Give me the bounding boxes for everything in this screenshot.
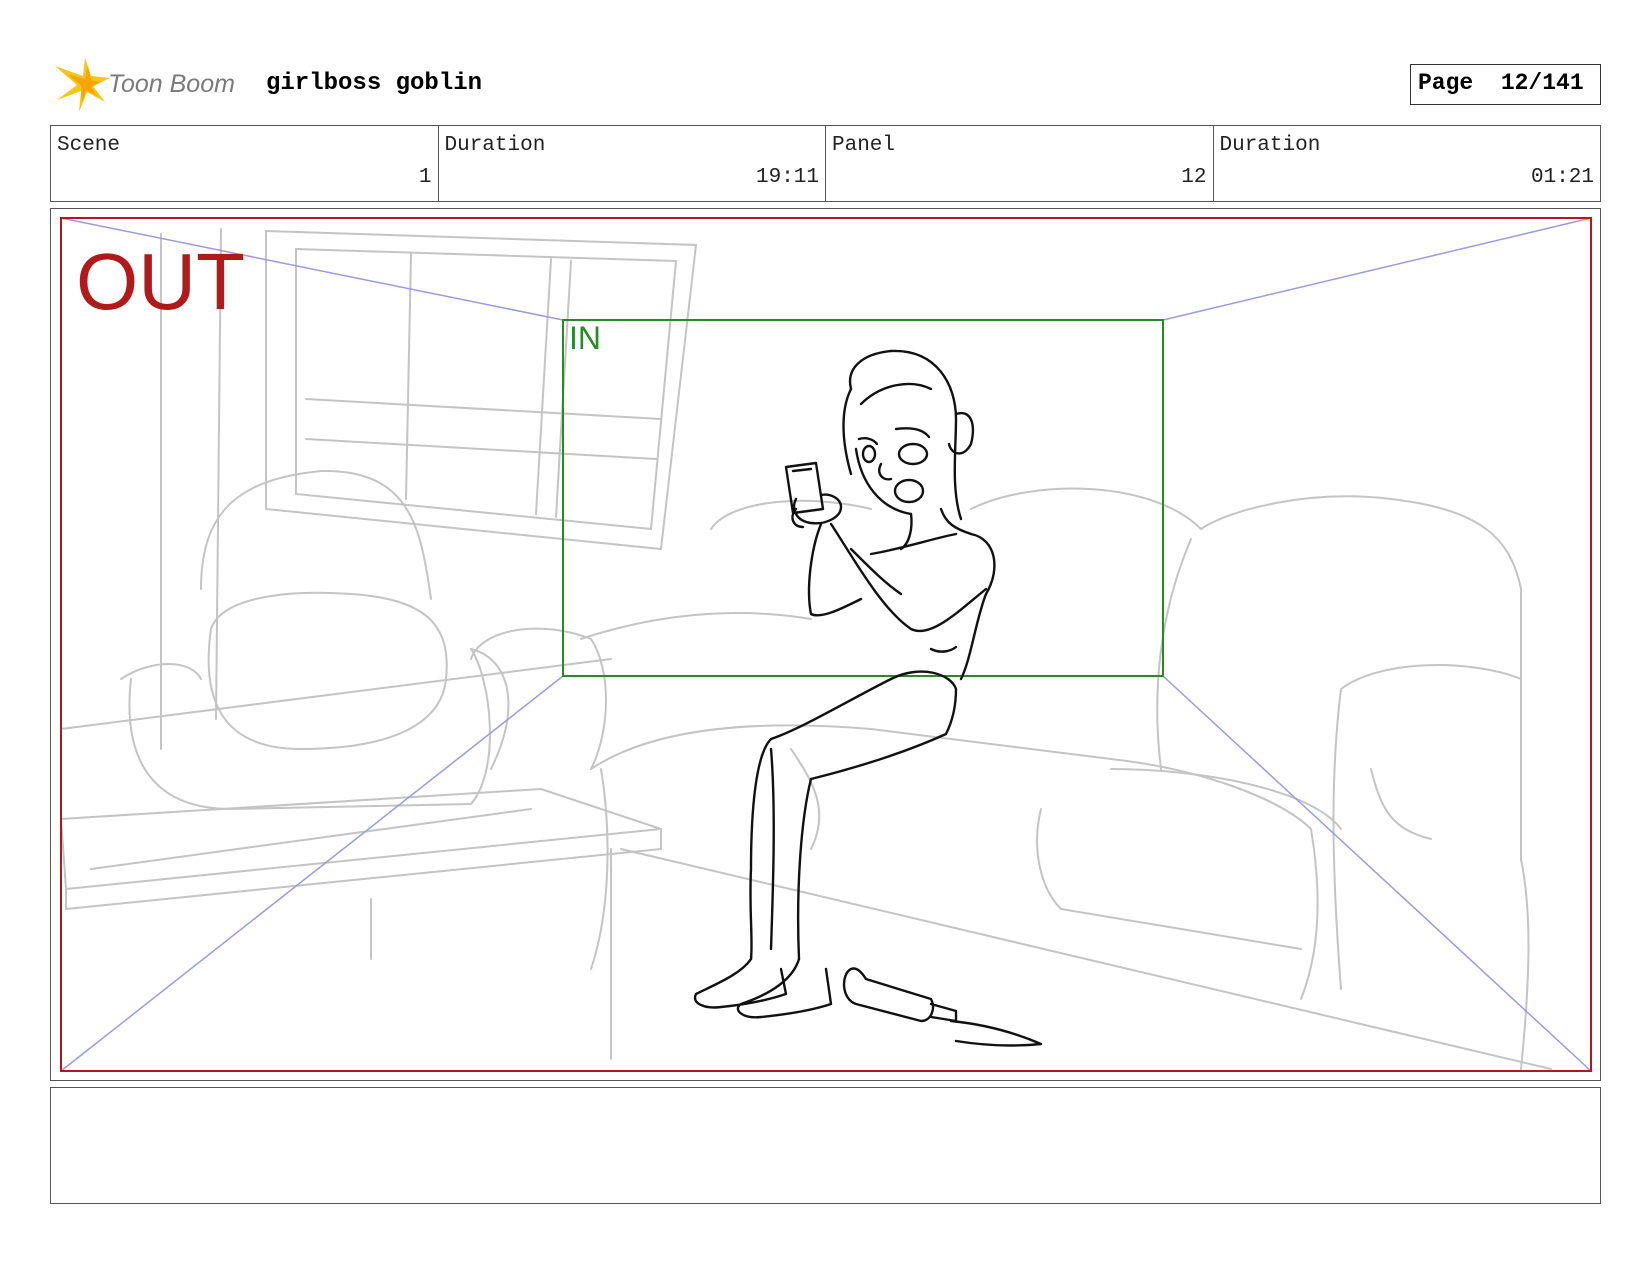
- toon-boom-logo: Toon Boom: [55, 58, 250, 112]
- out-label: OUT: [76, 237, 245, 326]
- character-drawing: [693, 349, 1043, 1047]
- panel-duration-cell: Duration 01:21: [1214, 126, 1601, 201]
- starburst-icon: [55, 58, 110, 112]
- project-title: girlboss goblin: [266, 70, 483, 97]
- panel-duration-value: 01:21: [1530, 166, 1594, 189]
- panel-value: 12: [1181, 166, 1207, 189]
- scene-label: Scene: [57, 134, 121, 157]
- logo-text: Toon Boom: [108, 70, 235, 98]
- scene-duration-label: Duration: [444, 134, 546, 157]
- background-sketch: [59, 228, 1552, 1070]
- panel-info-table: Scene 1 Duration 19:11 Panel 12 Duration…: [50, 125, 1601, 202]
- storyboard-panel: OUT IN: [50, 208, 1601, 1081]
- scene-duration-value: 19:11: [755, 166, 819, 189]
- out-frame: [60, 217, 1592, 1072]
- page-label: Page: [1418, 70, 1474, 96]
- scene-cell: Scene 1: [51, 126, 439, 201]
- page-indicator: Page 12/141: [1410, 64, 1601, 105]
- page-number: 12/141: [1500, 70, 1584, 96]
- panel-label: Panel: [832, 134, 896, 157]
- in-label: IN: [569, 320, 601, 356]
- panel-duration-label: Duration: [1219, 134, 1321, 157]
- caption-box[interactable]: [50, 1087, 1601, 1204]
- scene-value: 1: [418, 166, 432, 189]
- panel-cell: Panel 12: [826, 126, 1214, 201]
- scene-duration-cell: Duration 19:11: [439, 126, 826, 201]
- panel-drawing: OUT IN: [59, 217, 1592, 1072]
- camera-guide-lines: [60, 217, 1592, 1072]
